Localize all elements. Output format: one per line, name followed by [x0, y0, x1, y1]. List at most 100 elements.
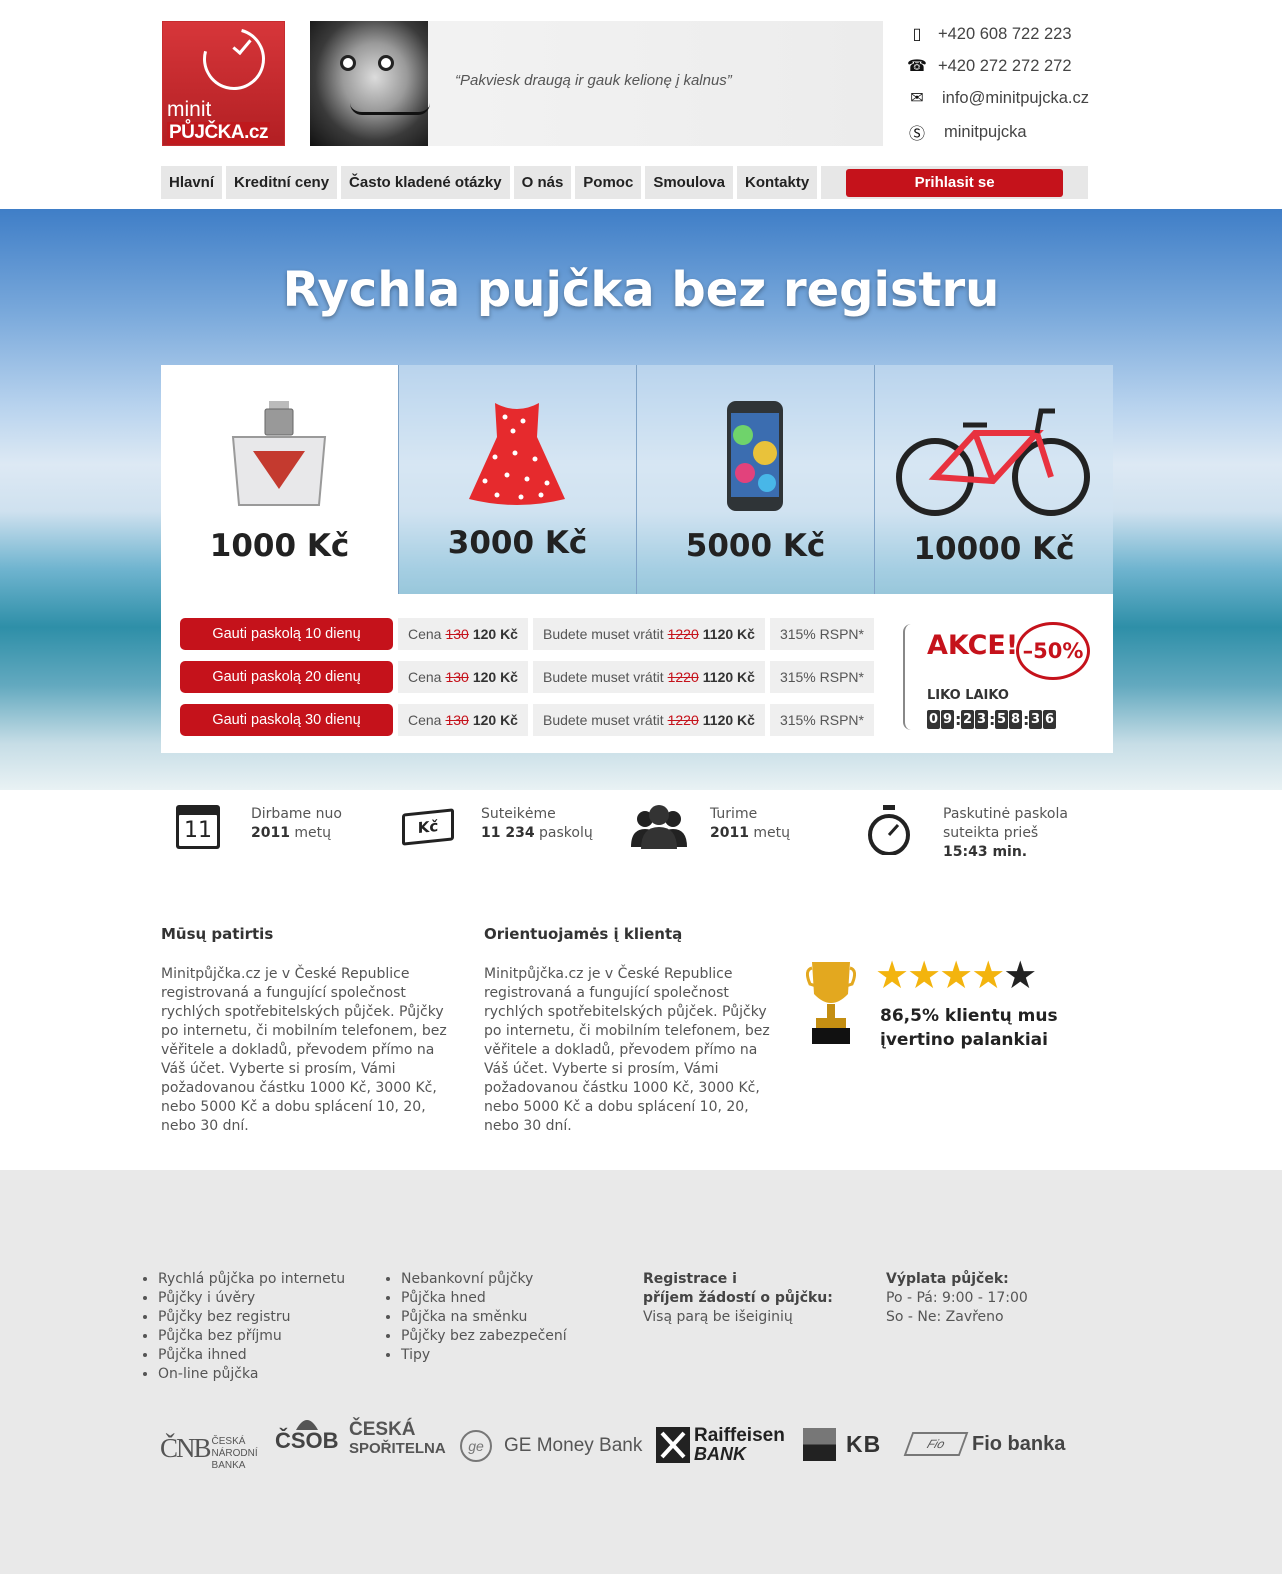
raiffeisen-logo: Raiffeisen BANK	[656, 1426, 785, 1464]
kb-icon	[803, 1428, 836, 1461]
logo-text-bottom: PŮJČKA.cz	[167, 122, 270, 144]
nav-item-o-nas[interactable]: O nás	[513, 166, 572, 199]
countdown-timer: 09 : 23 : 58 : 36	[927, 710, 1056, 729]
rating-stars: ★★★★★	[875, 953, 1037, 997]
product-price: 3000 Kč	[447, 525, 588, 561]
countdown-label: LIKO LAIKO	[927, 688, 1009, 703]
fio-icon: Fio	[903, 1432, 969, 1456]
rating-text: 86,5% klientų mus įvertino palankiai	[880, 1006, 1058, 1050]
price-cell: Cena 130 120 Kč	[398, 661, 528, 693]
offer-row: Gauti paskolą 30 dienų Cena 130 120 Kč Bud…	[180, 704, 874, 736]
footer-link[interactable]: On-line půjčka	[158, 1365, 345, 1384]
return-cell: Budete muset vrátit 1220 1120 Kč	[532, 618, 765, 650]
footer-link[interactable]: Půjčka hned	[401, 1289, 567, 1308]
section-text: Minitpůjčka.cz je v České Republice regi…	[161, 966, 447, 1134]
ge-money-bank-logo: ge GE Money Bank	[460, 1430, 642, 1462]
rpsn-cell: 315% RSPN*	[769, 704, 874, 736]
product-price: 10000 Kč	[913, 531, 1075, 567]
dress-icon	[469, 403, 565, 505]
trophy-icon	[806, 962, 856, 1044]
raiffeisen-icon	[656, 1427, 690, 1463]
get-loan-30-days-button[interactable]: Gauti paskolą 30 dienų	[180, 704, 393, 736]
client-section: Orientuojamės į klientą Minitpůjčka.cz j…	[484, 925, 779, 1136]
contact-mobile[interactable]: ▯ +420 608 722 223	[906, 24, 1072, 44]
csob-logo: ČSOB	[275, 1414, 339, 1454]
site-logo[interactable]: minit PŮJČKA.cz	[162, 16, 285, 146]
promo-title: AKCE!	[927, 630, 1019, 661]
rpsn-cell: 315% RSPN*	[769, 661, 874, 693]
offer-row: Gauti paskolą 10 dienų Cena 130 120 Kč Bud…	[180, 618, 874, 650]
nav-item-faq[interactable]: Často kladené otázky	[341, 166, 510, 199]
half-star-icon: ★	[1003, 953, 1037, 997]
product-card-3000[interactable]: 3000 Kč	[399, 365, 637, 594]
stat-working-since: 11 Dirbame nuo 2011 metų	[176, 805, 342, 855]
nav-item-hlavni[interactable]: Hlavní	[161, 166, 223, 199]
section-text: Minitpůjčka.cz je v České Republice regi…	[484, 966, 770, 1134]
phone-icon: ☎	[907, 58, 927, 75]
nav-item-kontakty[interactable]: Kontakty	[737, 166, 818, 199]
stat-experience: Turime 2011 metų	[629, 805, 790, 855]
kb-logo: KB	[803, 1428, 881, 1461]
nav-item-pomoc[interactable]: Pomoc	[575, 166, 642, 199]
get-loan-20-days-button[interactable]: Gauti paskolą 20 dienų	[180, 661, 393, 693]
people-icon	[631, 805, 687, 849]
price-cell: Cena 130 120 Kč	[398, 618, 528, 650]
star-icon: ★★★★	[875, 953, 1005, 997]
portrait-image	[310, 21, 430, 146]
product-card-10000[interactable]: 10000 Kč	[875, 365, 1113, 594]
product-card-5000[interactable]: 5000 Kč	[637, 365, 875, 594]
price-cell: Cena 130 120 Kč	[398, 704, 528, 736]
envelope-icon: ✉	[910, 90, 924, 107]
return-cell: Budete muset vrátit 1220 1120 Kč	[532, 661, 765, 693]
return-cell: Budete muset vrátit 1220 1120 Kč	[532, 704, 765, 736]
nav-item-smoulova[interactable]: Smoulova	[645, 166, 733, 199]
skype-icon: Ⓢ	[908, 126, 925, 143]
login-button[interactable]: Prihlasit se	[846, 168, 1064, 197]
product-price: 1000 Kč	[209, 528, 350, 564]
section-title: Mūsų patirtis	[161, 925, 274, 943]
nav-item-kreditni-ceny[interactable]: Kreditní ceny	[226, 166, 338, 199]
ceska-sporitelna-logo: ČESKÁ SPOŘITELNA	[349, 1419, 446, 1458]
promo-banner[interactable]: “Pakviesk draugą ir gauk kelionę į kalnu…	[310, 21, 883, 146]
hero-title: Rychla pujčka bez registru	[282, 262, 1000, 318]
perfume-icon	[231, 401, 327, 506]
brace-divider	[903, 624, 917, 730]
contact-phone[interactable]: ☎ +420 272 272 272	[906, 56, 1071, 76]
main-nav: Hlavní Kreditní ceny Často kladené otázk…	[161, 166, 1088, 199]
footer-link[interactable]: Tipy	[401, 1346, 567, 1365]
footer-links-1: Rychlá půjčka po internetu Půjčky i úvěr…	[141, 1270, 345, 1384]
offer-row: Gauti paskolą 20 dienų Cena 130 120 Kč Bud…	[180, 661, 874, 693]
footer-link[interactable]: Rychlá půjčka po internetu	[158, 1270, 345, 1289]
contact-skype[interactable]: Ⓢ minitpujcka	[906, 120, 1027, 144]
loan-offers-panel: Gauti paskolą 10 dienų Cena 130 120 Kč Bud…	[161, 594, 1113, 753]
cnb-logo: ČNB ČESKÁ NÁRODNÍ BANKA	[160, 1432, 258, 1472]
product-card-1000[interactable]: 1000 Kč	[161, 365, 399, 594]
banknote-icon: Kč	[400, 805, 456, 855]
stopwatch-icon	[868, 805, 910, 855]
footer-link[interactable]: Půjčky bez zabezpečení	[401, 1327, 567, 1346]
ge-icon: ge	[460, 1430, 492, 1462]
footer-link[interactable]: Půjčka ihned	[158, 1346, 345, 1365]
stat-last-loan: Paskutinė paskola suteikta prieš 15:43 min…	[866, 805, 1068, 862]
bicycle-icon	[896, 408, 1090, 516]
mobile-phone-icon: ▯	[912, 26, 922, 43]
footer-link[interactable]: Půjčka na směnku	[401, 1308, 567, 1327]
experience-section: Mūsų patirtis Minitpůjčka.cz je v České …	[161, 925, 456, 1136]
logo-text-top: minit	[167, 98, 212, 121]
get-loan-10-days-button[interactable]: Gauti paskolą 10 dienų	[180, 618, 393, 650]
registration-info: Registrace i příjem žádostí o půjčku: Vi…	[643, 1271, 833, 1325]
fio-banka-logo: Fio Fio banka	[903, 1432, 1065, 1456]
contact-email[interactable]: ✉ info@minitpujcka.cz	[906, 88, 1089, 108]
promo-quote: “Pakviesk draugą ir gauk kelionę į kalnu…	[455, 72, 732, 89]
footer-link[interactable]: Nebankovní půjčky	[401, 1270, 567, 1289]
clock-icon	[191, 16, 277, 102]
calendar-icon: 11	[176, 805, 221, 855]
footer-link[interactable]: Půjčky i úvěry	[158, 1289, 345, 1308]
rpsn-cell: 315% RSPN*	[769, 618, 874, 650]
footer-links-2: Nebankovní půjčky Půjčka hned Půjčka na …	[384, 1270, 567, 1365]
footer-link[interactable]: Půjčky bez registru	[158, 1308, 345, 1327]
product-price: 5000 Kč	[685, 528, 826, 564]
discount-badge: –50%	[1016, 622, 1090, 680]
payout-info: Výplata půjček: Po - Pá: 9:00 - 17:00 So…	[886, 1271, 1028, 1325]
footer-link[interactable]: Půjčka bez příjmu	[158, 1327, 345, 1346]
